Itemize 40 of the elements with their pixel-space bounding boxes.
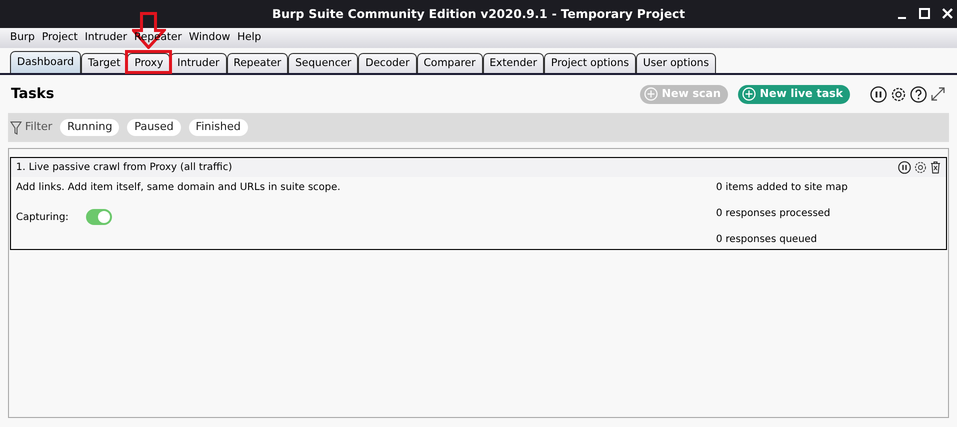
filter-chip[interactable]: Finished — [188, 119, 248, 136]
pause-icon[interactable] — [898, 161, 911, 174]
tab[interactable]: Intruder — [170, 53, 227, 73]
menu-item[interactable]: Window — [186, 30, 234, 46]
filter-label: Filter — [25, 119, 52, 136]
plus-icon — [644, 87, 658, 101]
filter-icon — [10, 120, 22, 134]
filter-chip[interactable]: Paused — [127, 119, 181, 136]
settings-icon[interactable] — [890, 86, 907, 102]
maximize-icon[interactable] — [919, 8, 930, 18]
expand-icon[interactable] — [930, 86, 946, 102]
tab[interactable]: Target — [80, 53, 128, 73]
task-title: 1. Live passive crawl from Proxy (all traffic) — [16, 161, 234, 175]
capturing-toggle[interactable] — [86, 209, 112, 225]
menu-item[interactable]: Intruder — [82, 30, 130, 46]
tab[interactable]: Extender — [482, 53, 544, 73]
close-icon[interactable] — [942, 8, 953, 18]
tab[interactable]: Decoder — [358, 53, 417, 73]
filter-chip[interactable]: Running — [60, 119, 120, 136]
tab[interactable]: Project options — [544, 53, 636, 73]
menu-item[interactable]: Burp — [7, 30, 38, 46]
capturing-label: Capturing: — [16, 210, 70, 224]
tab[interactable]: Repeater — [226, 53, 288, 73]
task-stat: 0 items added to site map — [716, 181, 849, 195]
menu-item[interactable]: Project — [38, 30, 81, 46]
task-description: Add links. Add item itself, same domain and URLs in suite scope. — [16, 181, 342, 195]
settings-icon[interactable] — [914, 161, 927, 174]
plus-icon — [742, 87, 756, 101]
menu-item[interactable]: Help — [234, 30, 264, 46]
help-icon[interactable] — [910, 86, 927, 102]
window-title: Burp Suite Community Edition v2020.9.1 - Temporary Project — [271, 6, 686, 23]
task-stat: 0 responses queued — [716, 233, 818, 247]
tab[interactable]: Comparer — [416, 53, 483, 73]
trash-icon[interactable] — [930, 161, 941, 174]
tasks-heading: Tasks — [11, 84, 56, 104]
tab[interactable]: User options — [636, 53, 716, 73]
pause-icon[interactable] — [870, 86, 887, 102]
tab[interactable]: Sequencer — [288, 53, 358, 73]
task-stat: 0 responses processed — [716, 207, 832, 221]
tab[interactable]: Dashboard — [10, 51, 81, 73]
